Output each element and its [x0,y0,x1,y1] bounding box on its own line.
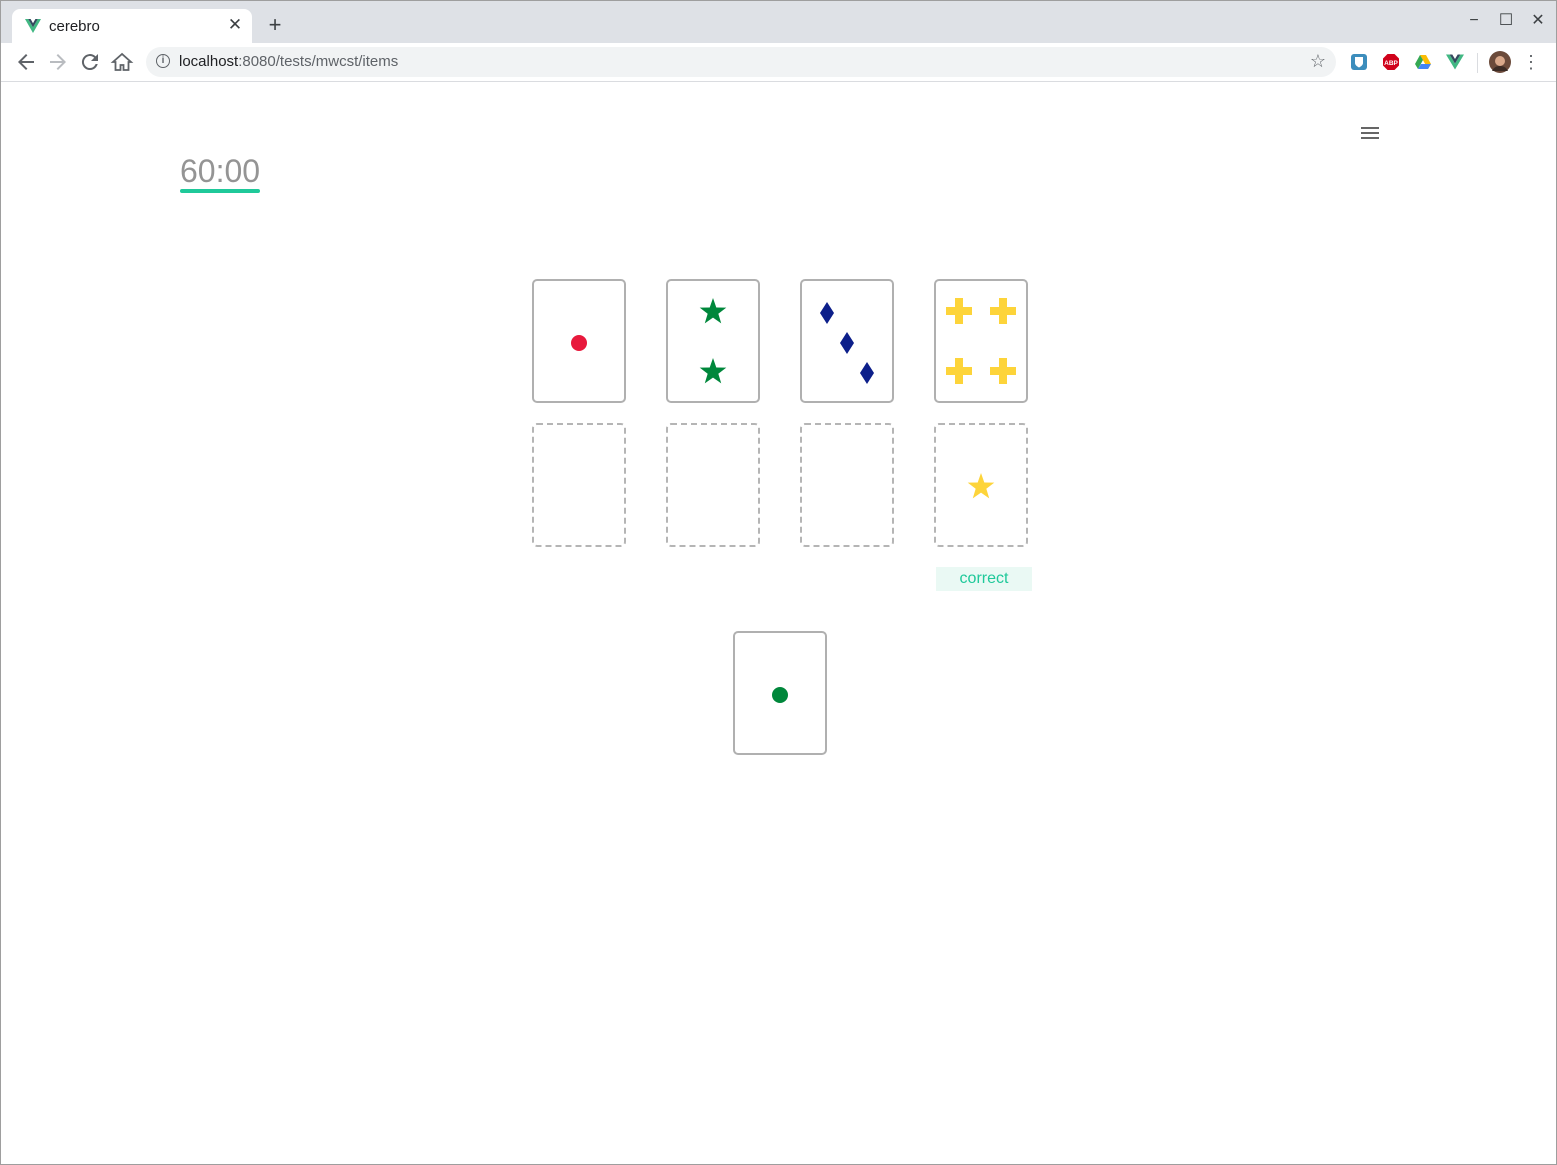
svg-text:ABP: ABP [1384,60,1398,67]
bitwarden-extension-icon[interactable] [1350,53,1368,71]
cross-symbol-icon [990,358,1016,384]
drop-slot-2[interactable] [666,423,760,547]
bookmark-star-icon[interactable]: ☆ [1310,51,1326,72]
countdown-timer: 60:00 [180,153,261,189]
reload-icon [81,54,98,71]
back-arrow-icon [18,54,34,70]
reload-button[interactable] [78,50,102,74]
stimulus-card-4 [934,279,1028,403]
browser-window: cerebro ✕ + − ☐ ✕ i localhost:8080/tests… [0,0,1557,1165]
cross-symbol-icon [946,298,972,324]
url-text[interactable]: localhost:8080/tests/mwcst/items [179,53,398,70]
google-drive-extension-icon[interactable] [1414,53,1432,71]
drop-slot-4[interactable] [934,423,1028,547]
home-icon [110,52,134,71]
back-button[interactable] [14,50,38,74]
diamond-symbol-icon [840,332,854,354]
toolbar-divider [1477,53,1478,73]
home-button[interactable] [110,50,134,74]
tab-title: cerebro [49,18,100,35]
card-symbols [967,473,995,499]
adblock-plus-extension-icon[interactable]: ABP [1382,53,1400,71]
cross-symbol-icon [946,358,972,384]
timer-underline [180,189,260,193]
card-symbols [946,298,1016,384]
card-symbols [820,302,874,384]
browser-menu-icon[interactable]: ⋮ [1521,50,1541,74]
drop-slot-1[interactable] [532,423,626,547]
cross-symbol-icon [990,298,1016,324]
url-host: localhost [179,53,239,70]
card-symbols [699,298,727,384]
profile-avatar[interactable] [1489,51,1511,73]
stimulus-card-2 [666,279,760,403]
forward-button[interactable] [46,50,70,74]
star-symbol-icon [699,298,727,324]
maximize-window-button[interactable]: ☐ [1496,11,1516,31]
star-symbol-icon [699,358,727,384]
tab-strip: cerebro ✕ + − ☐ ✕ [1,1,1556,43]
browser-toolbar: i localhost:8080/tests/mwcst/items ☆ ABP [1,43,1556,82]
forward-arrow-icon [50,54,66,70]
stimulus-card-3 [800,279,894,403]
star-symbol-icon [967,473,995,499]
card-symbols [571,335,587,351]
hamburger-menu-icon[interactable] [1361,127,1379,141]
response-card[interactable] [733,631,827,755]
card-symbols [772,687,788,703]
drop-slot-3[interactable] [800,423,894,547]
url-path: :8080/tests/mwcst/items [238,53,399,70]
new-tab-button[interactable]: + [263,13,287,37]
vue-devtools-extension-icon[interactable] [1446,53,1464,71]
feedback-badge: correct [936,567,1032,591]
circle-symbol-icon [772,687,788,703]
tab-close-icon[interactable]: ✕ [226,16,244,34]
address-bar[interactable]: i localhost:8080/tests/mwcst/items ☆ [146,47,1336,77]
circle-symbol-icon [571,335,587,351]
close-window-button[interactable]: ✕ [1528,11,1548,31]
diamond-symbol-icon [820,302,834,324]
stimulus-card-1 [532,279,626,403]
minimize-window-button[interactable]: − [1464,11,1484,31]
diamond-symbol-icon [860,362,874,384]
vue-logo-icon [25,19,41,33]
site-info-icon[interactable]: i [156,54,170,68]
browser-tab[interactable]: cerebro ✕ [12,9,252,43]
